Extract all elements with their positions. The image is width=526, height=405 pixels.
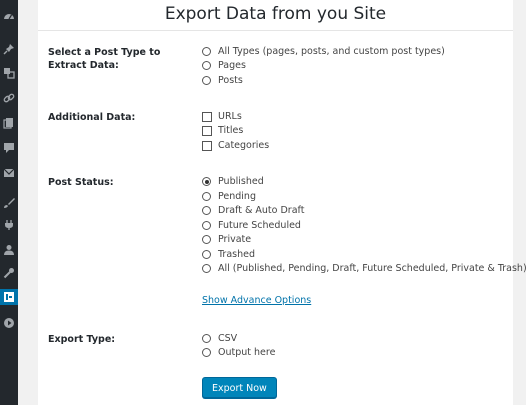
- export-type-option-csv[interactable]: CSV: [202, 332, 237, 345]
- radio-icon[interactable]: [202, 47, 211, 56]
- radio-icon[interactable]: [202, 76, 211, 85]
- tools-icon[interactable]: [2, 266, 16, 280]
- pin-icon[interactable]: [2, 42, 16, 56]
- admin-sidebar: [0, 0, 23, 405]
- additional-data-option-urls[interactable]: URLs: [202, 110, 242, 123]
- additional-data-option-categories[interactable]: Categories: [202, 139, 269, 152]
- export-type-option-output[interactable]: Output here: [202, 346, 275, 359]
- play-icon[interactable]: [2, 316, 16, 330]
- post-status-option-future[interactable]: Future Scheduled: [202, 219, 301, 232]
- links-icon[interactable]: [2, 91, 16, 105]
- active-menu-caret: [18, 292, 23, 302]
- post-status-option-draft[interactable]: Draft & Auto Draft: [202, 204, 304, 217]
- title-divider: [38, 30, 513, 31]
- radio-icon[interactable]: [202, 235, 211, 244]
- post-status-option-published[interactable]: Published: [202, 175, 264, 188]
- comments-icon[interactable]: [2, 141, 16, 155]
- export-panel: Export Data from you Site Select a Post …: [38, 0, 526, 405]
- export-now-button[interactable]: Export Now: [202, 377, 277, 398]
- post-type-option-pages[interactable]: Pages: [202, 59, 246, 72]
- additional-data-option-titles[interactable]: Titles: [202, 124, 243, 137]
- radio-selected-icon[interactable]: [202, 177, 211, 186]
- export-plugin-icon[interactable]: [0, 289, 18, 305]
- radio-icon[interactable]: [202, 250, 211, 259]
- post-status-option-trashed[interactable]: Trashed: [202, 248, 255, 261]
- post-status-option-all[interactable]: All (Published, Pending, Draft, Future S…: [202, 262, 526, 275]
- post-status-option-pending[interactable]: Pending: [202, 190, 256, 203]
- radio-icon[interactable]: [202, 206, 211, 215]
- radio-icon[interactable]: [202, 348, 211, 357]
- users-icon[interactable]: [2, 243, 16, 257]
- show-advance-options-link[interactable]: Show Advance Options: [202, 295, 311, 306]
- export-type-label: Export Type:: [48, 334, 116, 345]
- checkbox-icon[interactable]: [202, 140, 212, 151]
- dashboard-icon[interactable]: [2, 9, 16, 23]
- radio-icon[interactable]: [202, 61, 211, 70]
- media-icon[interactable]: [2, 66, 16, 80]
- appearance-icon[interactable]: [2, 196, 16, 210]
- radio-icon[interactable]: [202, 264, 211, 273]
- post-type-label: Select a Post Type to Extract Data:: [48, 47, 161, 71]
- post-status-label: Post Status:: [48, 177, 114, 188]
- radio-icon[interactable]: [202, 334, 211, 343]
- radio-icon[interactable]: [202, 192, 211, 201]
- plugins-icon[interactable]: [2, 218, 16, 232]
- checkbox-icon[interactable]: [202, 125, 212, 136]
- post-status-option-private[interactable]: Private: [202, 233, 251, 246]
- pages-icon[interactable]: [2, 116, 16, 130]
- post-type-option-all[interactable]: All Types (pages, posts, and custom post…: [202, 45, 445, 58]
- additional-data-label: Additional Data:: [48, 112, 136, 123]
- page-title: Export Data from you Site: [164, 4, 387, 24]
- radio-icon[interactable]: [202, 221, 211, 230]
- mail-icon[interactable]: [2, 166, 16, 180]
- post-type-option-posts[interactable]: Posts: [202, 74, 243, 87]
- checkbox-icon[interactable]: [202, 111, 212, 122]
